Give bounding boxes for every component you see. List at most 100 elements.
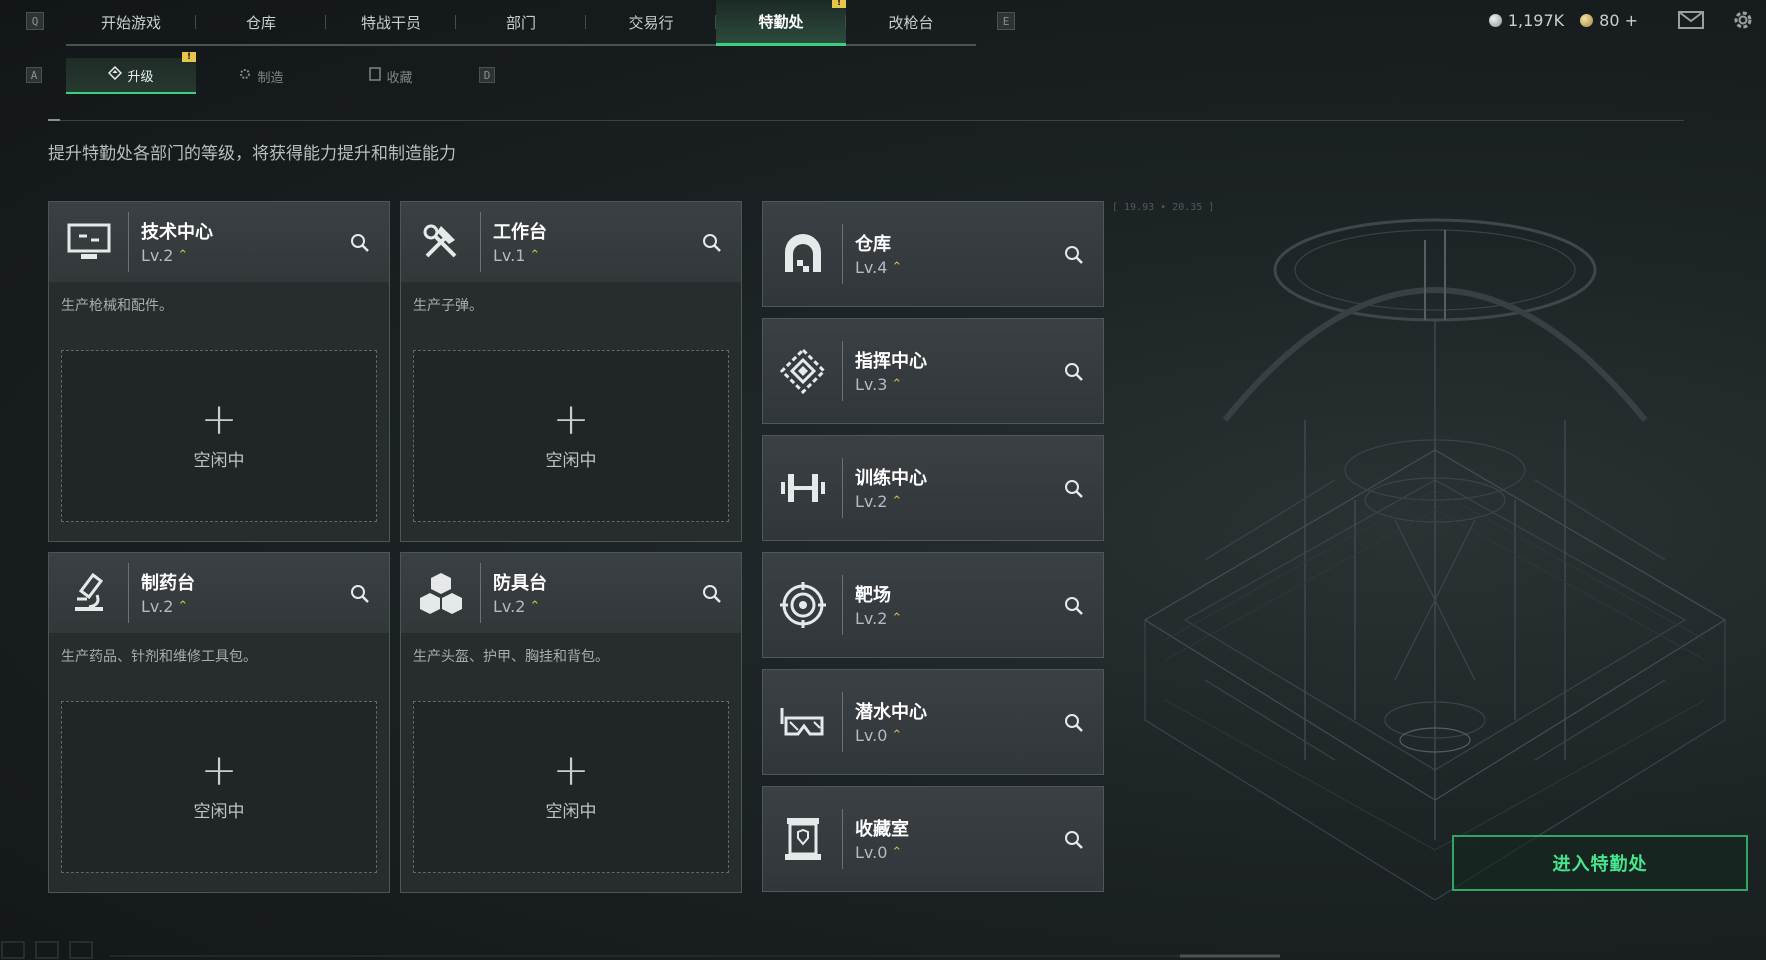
subtab-label: 收藏 [386,70,413,86]
dumbbell-icon [777,462,829,514]
subtab-craft[interactable]: 制造 [196,58,326,94]
card-header: 防具台 Lv.2 ⌃ [401,553,741,633]
top-nav: 开始游戏 仓库 特战干员 部门 交易行 特勤处! 改枪台 [66,0,976,46]
upgrade-arrow-icon: ⌃ [891,728,903,743]
gear-icon[interactable] [1730,7,1756,33]
separator [842,575,843,635]
upgrade-arrow-icon: ⌃ [891,611,903,626]
tab-operators[interactable]: 特战干员 [326,0,456,44]
search-icon[interactable] [1059,474,1089,504]
coordinate-readout: [ 19.93 • 20.35 ] [1112,202,1215,213]
facility-card-training-center[interactable]: 训练中心 Lv.2 ⌃ [762,435,1104,541]
facility-description: 生产头盔、护甲、胸挂和背包。 [413,649,609,665]
enter-special-ops-button[interactable]: 进入特勤处 [1452,835,1748,891]
production-slot[interactable]: + 空闲中 [61,350,377,522]
facility-card-shooting-range[interactable]: 靶场 Lv.2 ⌃ [762,552,1104,658]
facility-name: 靶场 [855,585,891,606]
facility-card-workbench[interactable]: 工作台 Lv.1 ⌃ 生产子弹。 + 空闲中 [400,201,742,542]
search-icon[interactable] [1059,825,1089,855]
key-hint-q[interactable]: Q [26,12,44,30]
tab-start-game[interactable]: 开始游戏 [66,0,196,44]
facility-card-command-center[interactable]: 指挥中心 Lv.3 ⌃ [762,318,1104,424]
target-icon [777,579,829,631]
plus-icon: + [200,393,238,445]
display-case-icon [777,813,829,865]
card-header: 制药台 Lv.2 ⌃ [49,553,389,633]
tab-label: 改枪台 [888,13,934,32]
key-hint-a[interactable]: A [26,67,42,83]
facility-card-warehouse[interactable]: 仓库 Lv.4 ⌃ [762,201,1104,307]
facility-card-pharmacy[interactable]: 制药台 Lv.2 ⌃ 生产药品、针剂和维修工具包。 + 空闲中 [48,552,390,893]
search-icon[interactable] [697,579,727,609]
facility-level: Lv.3 ⌃ [855,375,902,394]
search-icon[interactable] [1059,240,1089,270]
key-hint-e[interactable]: E [997,12,1015,30]
slot-status: 空闲中 [193,450,245,471]
card-header: 工作台 Lv.1 ⌃ [401,202,741,282]
level-text: Lv.2 [855,609,888,628]
upgrade-arrow-icon: ⌃ [177,248,189,263]
tab-label: 特战干员 [360,13,421,32]
tab-department[interactable]: 部门 [456,0,586,44]
level-text: Lv.2 [493,597,526,616]
facility-blueprint-illustration [1143,218,1727,900]
divider-accent [48,119,60,121]
search-icon[interactable] [1059,708,1089,738]
gold-currency[interactable]: 80 + [1580,11,1638,30]
production-slot[interactable]: + 空闲中 [413,701,729,873]
search-icon[interactable] [1059,357,1089,387]
upgrade-arrow-icon: ⌃ [891,260,903,275]
facility-card-tech-center[interactable]: 技术中心 Lv.2 ⌃ 生产枪械和配件。 + 空闲中 [48,201,390,542]
separator [128,212,129,272]
tab-label: 特勤处 [758,13,804,31]
tab-gunsmith[interactable]: 改枪台 [846,0,976,44]
facility-card-armor[interactable]: 防具台 Lv.2 ⌃ 生产头盔、护甲、胸挂和背包。 + 空闲中 [400,552,742,893]
facility-description: 生产药品、针剂和维修工具包。 [61,649,257,665]
facility-name: 技术中心 [141,222,213,243]
production-slot[interactable]: + 空闲中 [413,350,729,522]
tab-trading[interactable]: 交易行 [586,0,716,44]
gold-amount: 80 + [1599,10,1638,30]
facility-name: 训练中心 [855,468,927,489]
tab-special-ops[interactable]: 特勤处! [716,0,846,46]
facility-description: 生产枪械和配件。 [61,298,173,314]
search-icon[interactable] [345,228,375,258]
silver-coin-icon [1488,13,1502,27]
microscope-icon [63,567,115,619]
facility-level: Lv.2 ⌃ [493,597,540,616]
gold-coin-icon [1580,13,1594,27]
facility-card-collection-room[interactable]: 收藏室 Lv.0 ⌃ [762,786,1104,892]
key-hint-d[interactable]: D [479,67,495,83]
subtab-upgrade[interactable]: 升级 ! [66,52,196,94]
craft-icon [238,67,252,85]
cubes-icon [415,567,467,619]
slot-status: 空闲中 [193,801,245,822]
card-header: 技术中心 Lv.2 ⌃ [49,202,389,282]
facility-card-diving-center[interactable]: 潜水中心 Lv.0 ⌃ [762,669,1104,775]
mail-icon[interactable] [1678,7,1704,33]
silver-amount: 1,197K [1507,10,1565,30]
production-slot[interactable]: + 空闲中 [61,701,377,873]
search-icon[interactable] [1059,591,1089,621]
upgrade-icon [108,65,123,84]
sub-nav: 升级 ! 制造 收藏 [66,52,456,94]
facility-name: 收藏室 [855,819,909,840]
facility-level: Lv.0 ⌃ [855,843,902,862]
tab-warehouse[interactable]: 仓库 [196,0,326,44]
divider [48,120,1684,121]
facility-name: 潜水中心 [855,702,927,723]
diving-mask-icon [777,696,829,748]
subtab-collection[interactable]: 收藏 [326,58,456,94]
facility-level: Lv.2 ⌃ [141,597,188,616]
level-text: Lv.3 [855,375,888,394]
level-text: Lv.0 [855,843,888,862]
warehouse-icon [777,228,829,280]
hammer-wrench-icon [415,216,467,268]
upgrade-arrow-icon: ⌃ [177,599,189,614]
separator [842,458,843,518]
search-icon[interactable] [697,228,727,258]
upgrade-arrow-icon: ⌃ [529,599,541,614]
search-icon[interactable] [345,579,375,609]
facility-name: 制药台 [141,573,195,594]
facility-name: 仓库 [855,234,891,255]
